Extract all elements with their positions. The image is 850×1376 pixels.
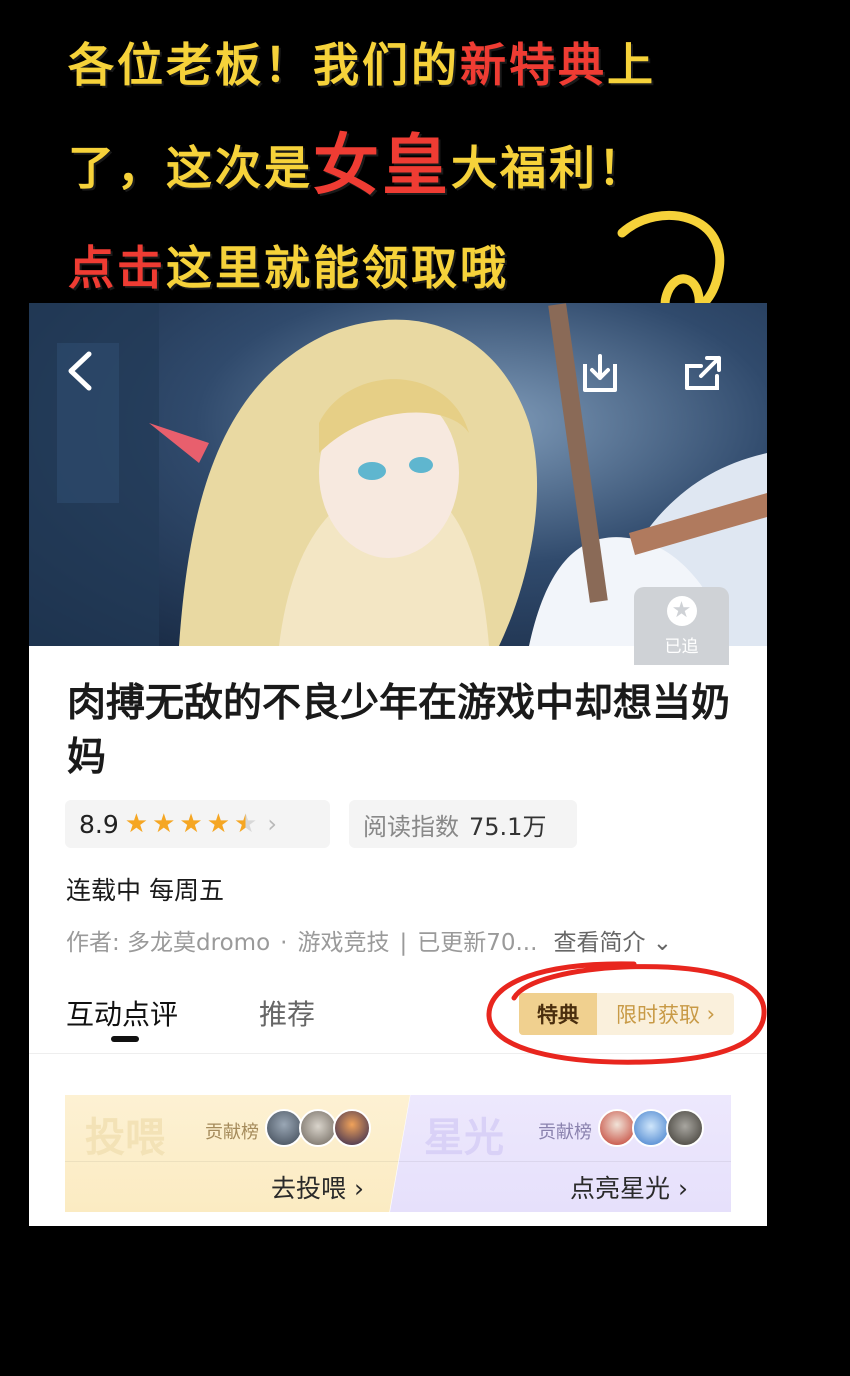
download-icon[interactable] bbox=[577, 350, 623, 396]
active-tab-indicator bbox=[111, 1036, 139, 1042]
chevron-down-icon: ⌄ bbox=[652, 930, 673, 956]
support-cards: 投喂 贡献榜 去投喂 › 星光 贡献榜 点亮星光 › bbox=[65, 1095, 731, 1212]
serial-status: 连载中 每周五 bbox=[66, 876, 224, 905]
dot-separator: · bbox=[280, 930, 288, 956]
card-divider bbox=[65, 1161, 410, 1162]
promo-text: 这里就能领取哦 bbox=[166, 241, 509, 295]
rating-score: 8.9 bbox=[79, 809, 119, 839]
avatar bbox=[632, 1109, 670, 1147]
promo-text: 各位老板！我们的 bbox=[68, 38, 460, 92]
card-divider bbox=[390, 1161, 731, 1162]
starlight-rank-label: 贡献榜 bbox=[538, 1122, 592, 1143]
read-index-label: 阅读指数 bbox=[363, 812, 459, 841]
promo-line-2: 了，这次是女皇大福利！ bbox=[68, 132, 788, 199]
promo-highlight: 点击 bbox=[68, 241, 166, 295]
promo-highlight: 女皇 bbox=[313, 126, 451, 204]
bar-separator: | bbox=[399, 930, 408, 956]
update-info: 已更新70... bbox=[417, 930, 538, 956]
promo-text: 上 bbox=[607, 38, 656, 92]
chevron-right-icon: › bbox=[267, 810, 277, 838]
avatar bbox=[333, 1109, 371, 1147]
star-icon: ★ bbox=[206, 809, 231, 839]
star-icon: ★ bbox=[666, 595, 697, 626]
avatar bbox=[666, 1109, 704, 1147]
feed-rank-label: 贡献榜 bbox=[205, 1122, 259, 1143]
starlight-action[interactable]: 点亮星光 › bbox=[570, 1169, 688, 1205]
feed-card[interactable]: 投喂 贡献榜 去投喂 › bbox=[65, 1095, 410, 1212]
promo-text: 了，这次是 bbox=[68, 141, 313, 195]
feed-action-label: 去投喂 bbox=[271, 1174, 347, 1203]
back-arrow-icon[interactable] bbox=[61, 348, 101, 394]
tab-comments[interactable]: 互动点评 bbox=[66, 993, 178, 1033]
rating-button[interactable]: 8.9 ★ ★ ★ ★ ★ › bbox=[65, 800, 330, 848]
starlight-card[interactable]: 星光 贡献榜 点亮星光 › bbox=[390, 1095, 731, 1212]
avatar bbox=[299, 1109, 337, 1147]
follow-label: 已追 bbox=[664, 636, 699, 657]
read-index-value: 75.1万 bbox=[469, 812, 547, 841]
tab-recommend[interactable]: 推荐 bbox=[259, 993, 315, 1033]
promo-line-1: 各位老板！我们的新特典上 bbox=[68, 34, 788, 96]
synopsis-toggle[interactable]: 查看简介 ⌄ bbox=[553, 930, 672, 956]
promo-highlight: 新特典 bbox=[460, 38, 607, 92]
author-link[interactable]: 作者: 多龙莫dromo bbox=[66, 930, 270, 956]
read-index-badge: 阅读指数 75.1万 bbox=[349, 800, 577, 848]
star-icon: ★ bbox=[152, 809, 176, 839]
starlight-action-label: 点亮星光 bbox=[570, 1174, 671, 1203]
feed-contributors bbox=[265, 1109, 371, 1147]
feed-action[interactable]: 去投喂 › bbox=[271, 1169, 364, 1205]
promo-text: 大福利！ bbox=[451, 141, 647, 195]
highlight-circle-icon bbox=[486, 961, 767, 1065]
follow-button[interactable]: ★ 已追 bbox=[634, 587, 729, 665]
starlight-title: 星光 bbox=[424, 1115, 504, 1161]
half-star-icon: ★ bbox=[234, 809, 258, 839]
synopsis-label: 查看简介 bbox=[553, 930, 646, 956]
comic-detail-screen: ★ 已追 肉搏无敌的不良少年在游戏中却想当奶妈 8.9 ★ ★ ★ ★ ★ › … bbox=[29, 303, 767, 1226]
star-icon: ★ bbox=[179, 809, 203, 839]
avatar bbox=[598, 1109, 636, 1147]
comic-title: 肉搏无敌的不良少年在游戏中却想当奶妈 bbox=[67, 682, 731, 779]
meta-line: 作者: 多龙莫dromo · 游戏竞技 | 已更新70... 查看简介 ⌄ bbox=[66, 923, 726, 957]
avatar bbox=[265, 1109, 303, 1147]
starlight-contributors bbox=[598, 1109, 704, 1147]
genre-tag[interactable]: 游戏竞技 bbox=[297, 930, 389, 956]
feed-title: 投喂 bbox=[85, 1115, 165, 1161]
star-icon: ★ bbox=[124, 809, 149, 839]
share-icon[interactable] bbox=[681, 350, 727, 396]
